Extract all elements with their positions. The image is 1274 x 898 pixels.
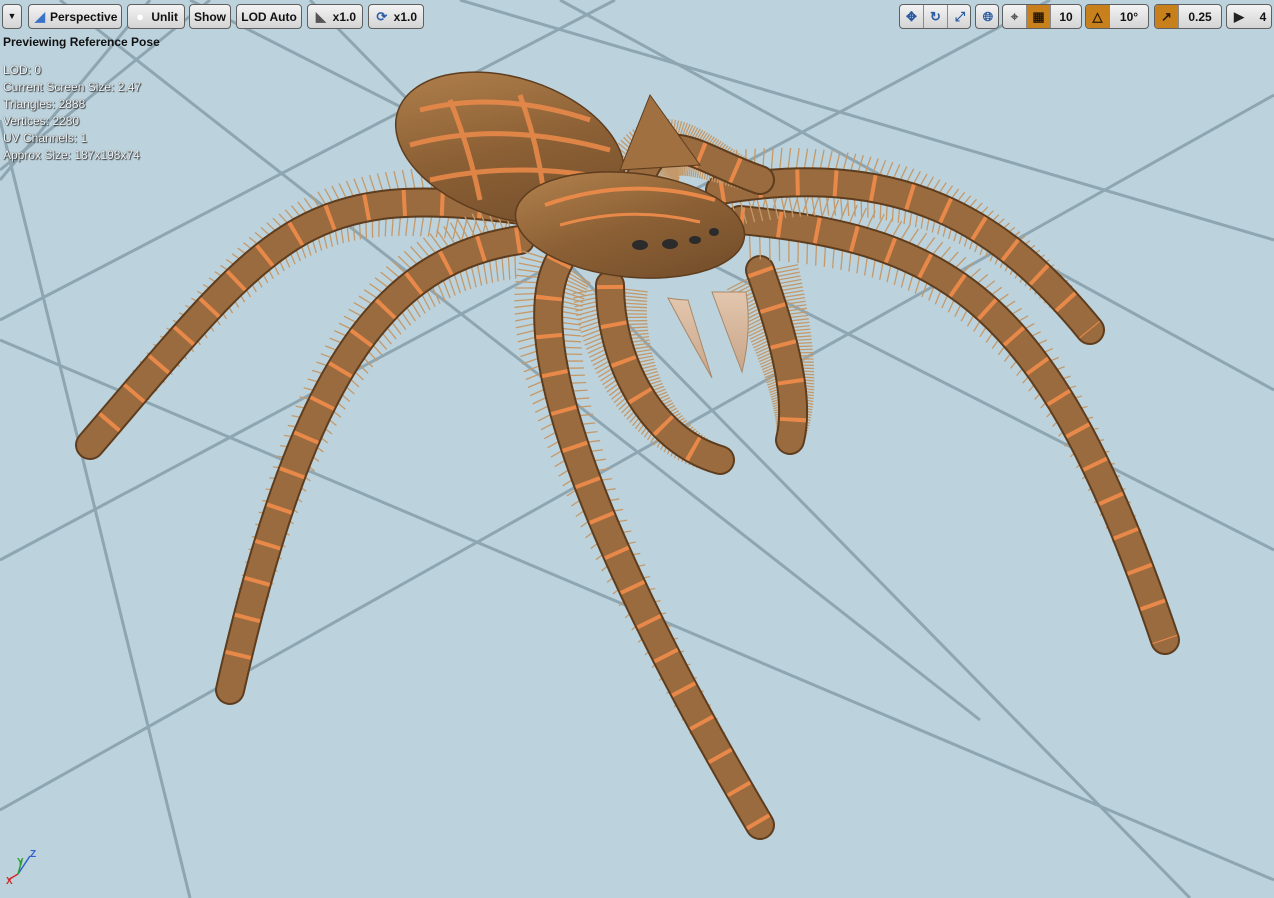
rotation-snap-value[interactable]: 10° (1110, 5, 1148, 28)
scale-icon: ⤢ (954, 9, 966, 24)
stat-screen-size: Current Screen Size: 2.47 (3, 80, 142, 94)
play-speed-icon: ◣ (315, 9, 326, 24)
playback-speed-button[interactable]: ◣ x1.0 (307, 4, 363, 29)
axis-gizmo: Z Y X (4, 846, 44, 888)
axis-y-label: Y (17, 857, 24, 868)
viewport-options-menu-button[interactable]: ▼ (2, 4, 22, 29)
surface-snap-icon: ⌖ (1010, 9, 1019, 24)
stat-vertices: Vertices: 2280 (3, 114, 80, 128)
transform-mode-group: ✥ ↻ ⤢ (899, 4, 971, 29)
view-mode-button[interactable]: ◢ Perspective (28, 4, 122, 29)
chevron-down-icon: ▼ (7, 11, 17, 21)
camera-speed-value: 4 (1259, 9, 1267, 24)
angle-icon: △ (1092, 9, 1103, 24)
turntable-speed-button[interactable]: ⟳ x1.0 (368, 4, 424, 29)
scale-snap-value[interactable]: 0.25 (1179, 5, 1221, 28)
lighting-mode-label: Unlit (151, 9, 178, 24)
scale-snap-toggle[interactable]: ↗ (1155, 5, 1179, 28)
rotate-mode-button[interactable]: ↻ (924, 5, 948, 28)
camera-speed-icon: ▶︎ (1234, 9, 1244, 24)
surface-snap-button[interactable]: ⌖ (1003, 5, 1027, 28)
turntable-speed-label: x1.0 (393, 9, 417, 24)
sphere-icon: ● (136, 9, 145, 24)
viewport-canvas[interactable] (0, 0, 1274, 898)
lod-label: LOD Auto (241, 9, 297, 24)
camera-icon: ◢ (35, 9, 45, 24)
show-flags-button[interactable]: Show (189, 4, 231, 29)
rotation-snap-group: △ 10° (1085, 4, 1149, 29)
stat-uv-channels: UV Channels: 1 (3, 131, 88, 145)
camera-speed-button[interactable]: ▶︎ 4 (1226, 4, 1272, 29)
stat-triangles: Triangles: 2888 (3, 97, 86, 111)
scale-mode-button[interactable]: ⤢ (948, 5, 970, 28)
grid-snap-group: ⌖ ▦ 10 (1002, 4, 1082, 29)
grid-snap-value[interactable]: 10 (1051, 5, 1081, 28)
scale-snap-icon: ↗ (1161, 9, 1172, 24)
lighting-mode-button[interactable]: ● Unlit (127, 4, 185, 29)
stat-approx-size: Approx Size: 187x198x74 (3, 148, 140, 162)
grid-icon: ▦ (1032, 9, 1045, 24)
grid-snap-toggle[interactable]: ▦ (1027, 5, 1051, 28)
globe-icon: 🌐︎ (982, 9, 994, 24)
playback-speed-label: x1.0 (332, 9, 356, 24)
rotate-icon: ⟳ (376, 9, 388, 24)
axis-x-label: X (6, 876, 13, 887)
preview-mode-title: Previewing Reference Pose (3, 35, 160, 49)
translate-mode-button[interactable]: ✥ (900, 5, 924, 28)
scale-snap-group: ↗ 0.25 (1154, 4, 1222, 29)
stat-lod: LOD: 0 (3, 63, 42, 77)
axis-z-label: Z (30, 849, 37, 860)
lod-button[interactable]: LOD Auto (236, 4, 302, 29)
show-label: Show (194, 9, 226, 24)
world-local-toggle[interactable]: 🌐︎ (975, 4, 999, 29)
viewport-stats-overlay: Previewing Reference Pose LOD: 0 Current… (3, 34, 160, 164)
view-mode-label: Perspective (50, 9, 118, 24)
rotate-icon: ↻ (930, 9, 941, 24)
move-icon: ✥ (906, 9, 917, 24)
rotation-snap-toggle[interactable]: △ (1086, 5, 1110, 28)
